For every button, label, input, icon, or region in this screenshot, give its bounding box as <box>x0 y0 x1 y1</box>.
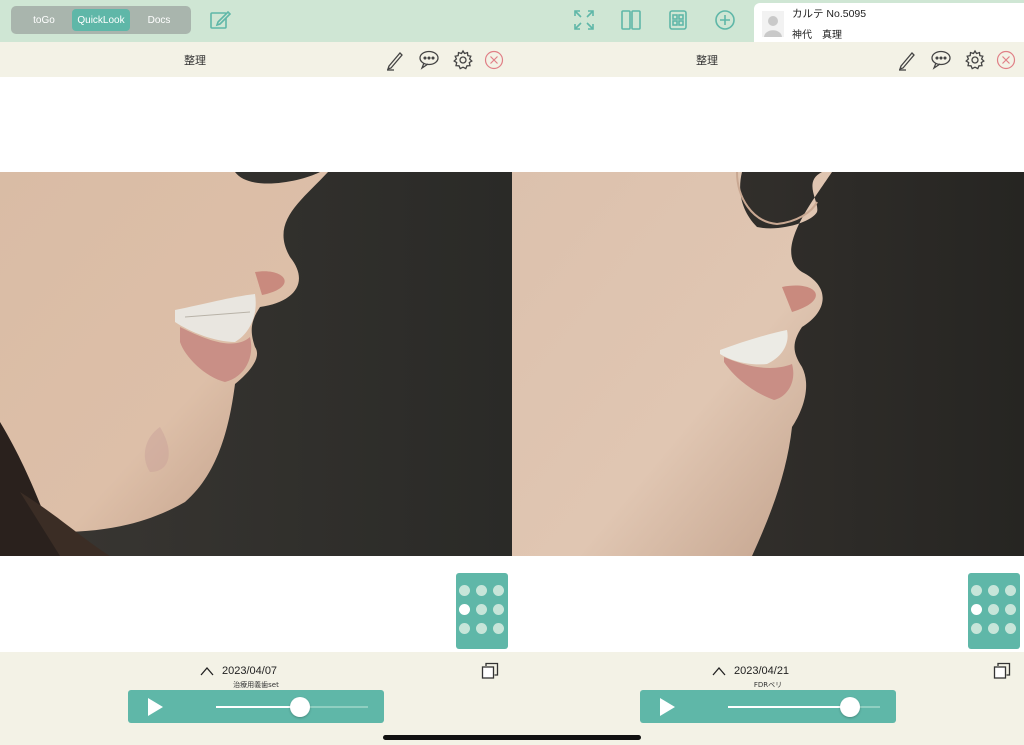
grid-dot[interactable] <box>988 604 999 615</box>
chevron-up-icon[interactable] <box>712 666 726 676</box>
patient-number: カルテ No.5095 <box>792 8 867 20</box>
grid-dot-selected[interactable] <box>459 604 470 615</box>
split-view-icon[interactable] <box>619 8 643 32</box>
grid-dot[interactable] <box>1005 585 1016 596</box>
photo-grid-icon[interactable] <box>666 8 690 32</box>
gear-icon[interactable] <box>452 49 474 71</box>
grid-dot[interactable] <box>988 623 999 634</box>
photo-position-grid[interactable] <box>968 573 1020 649</box>
grid-dot[interactable] <box>476 585 487 596</box>
timeline-slider[interactable] <box>216 697 368 717</box>
grid-dot[interactable] <box>493 585 504 596</box>
grid-dot[interactable] <box>988 585 999 596</box>
panel-title: 整理 <box>184 53 206 67</box>
comment-icon[interactable] <box>418 49 440 71</box>
patient-name: 神代 真理 <box>792 30 842 41</box>
grid-dot[interactable] <box>493 623 504 634</box>
slider-fill <box>728 706 850 708</box>
gear-icon[interactable] <box>964 49 986 71</box>
pen-icon[interactable] <box>896 49 918 71</box>
photo-label: 治療用義歯set <box>233 681 279 689</box>
home-indicator[interactable] <box>383 735 641 740</box>
grid-dot[interactable] <box>1005 604 1016 615</box>
profile-photo-after[interactable] <box>512 172 1024 556</box>
grid-dot[interactable] <box>971 585 982 596</box>
photo-position-grid[interactable] <box>456 573 508 649</box>
segment-docs[interactable]: Docs <box>131 9 187 31</box>
grid-dot[interactable] <box>971 623 982 634</box>
photo-date: 2023/04/21 <box>734 665 790 677</box>
edit-icon[interactable] <box>208 8 232 32</box>
profile-photo-before[interactable] <box>0 172 512 556</box>
grid-dot[interactable] <box>459 585 470 596</box>
timeline-player <box>128 690 384 723</box>
date-selector[interactable]: 2023/04/07 <box>200 662 277 680</box>
segment-quicklook[interactable]: QuickLook <box>72 9 130 31</box>
chevron-up-icon[interactable] <box>200 666 214 676</box>
timeline-player <box>640 690 896 723</box>
grid-dot[interactable] <box>493 604 504 615</box>
close-icon[interactable] <box>483 49 505 71</box>
avatar-icon <box>762 11 784 37</box>
panel-header: 整理 <box>512 42 1024 77</box>
comment-icon[interactable] <box>930 49 952 71</box>
segment-togo[interactable]: toGo <box>15 9 73 31</box>
right-photo-panel: 整理 2023/04/21 FDRベリ <box>512 42 1024 745</box>
date-selector[interactable]: 2023/04/21 <box>712 662 789 680</box>
panel-footer: 2023/04/21 FDRベリ <box>512 652 1024 745</box>
copy-icon[interactable] <box>993 662 1011 680</box>
panel-footer: 2023/04/07 治療用義歯set <box>0 652 512 745</box>
slider-thumb[interactable] <box>839 697 860 717</box>
slider-thumb[interactable] <box>289 697 310 717</box>
grid-dot[interactable] <box>476 623 487 634</box>
photo-label: FDRベリ <box>753 681 783 689</box>
play-icon[interactable] <box>658 697 676 717</box>
left-photo-panel: 整理 2023/04/07 治療用義歯set <box>0 42 512 745</box>
copy-icon[interactable] <box>481 662 499 680</box>
mode-segmented-control: toGo QuickLook Docs <box>11 6 191 34</box>
expand-icon[interactable] <box>572 8 596 32</box>
grid-dot-selected[interactable] <box>971 604 982 615</box>
top-toolbar: toGo QuickLook Docs カルテ No.5095 神代 真理 <box>0 0 1024 42</box>
grid-dot[interactable] <box>476 604 487 615</box>
add-icon[interactable] <box>713 8 737 32</box>
timeline-slider[interactable] <box>728 697 880 717</box>
grid-dot[interactable] <box>459 623 470 634</box>
panel-title: 整理 <box>696 53 718 67</box>
panel-header: 整理 <box>0 42 512 77</box>
grid-dot[interactable] <box>1005 623 1016 634</box>
play-icon[interactable] <box>146 697 164 717</box>
photo-date: 2023/04/07 <box>222 665 278 677</box>
pen-icon[interactable] <box>384 49 406 71</box>
patient-card[interactable]: カルテ No.5095 神代 真理 <box>754 3 1024 42</box>
slider-fill <box>216 706 300 708</box>
close-icon[interactable] <box>995 49 1017 71</box>
